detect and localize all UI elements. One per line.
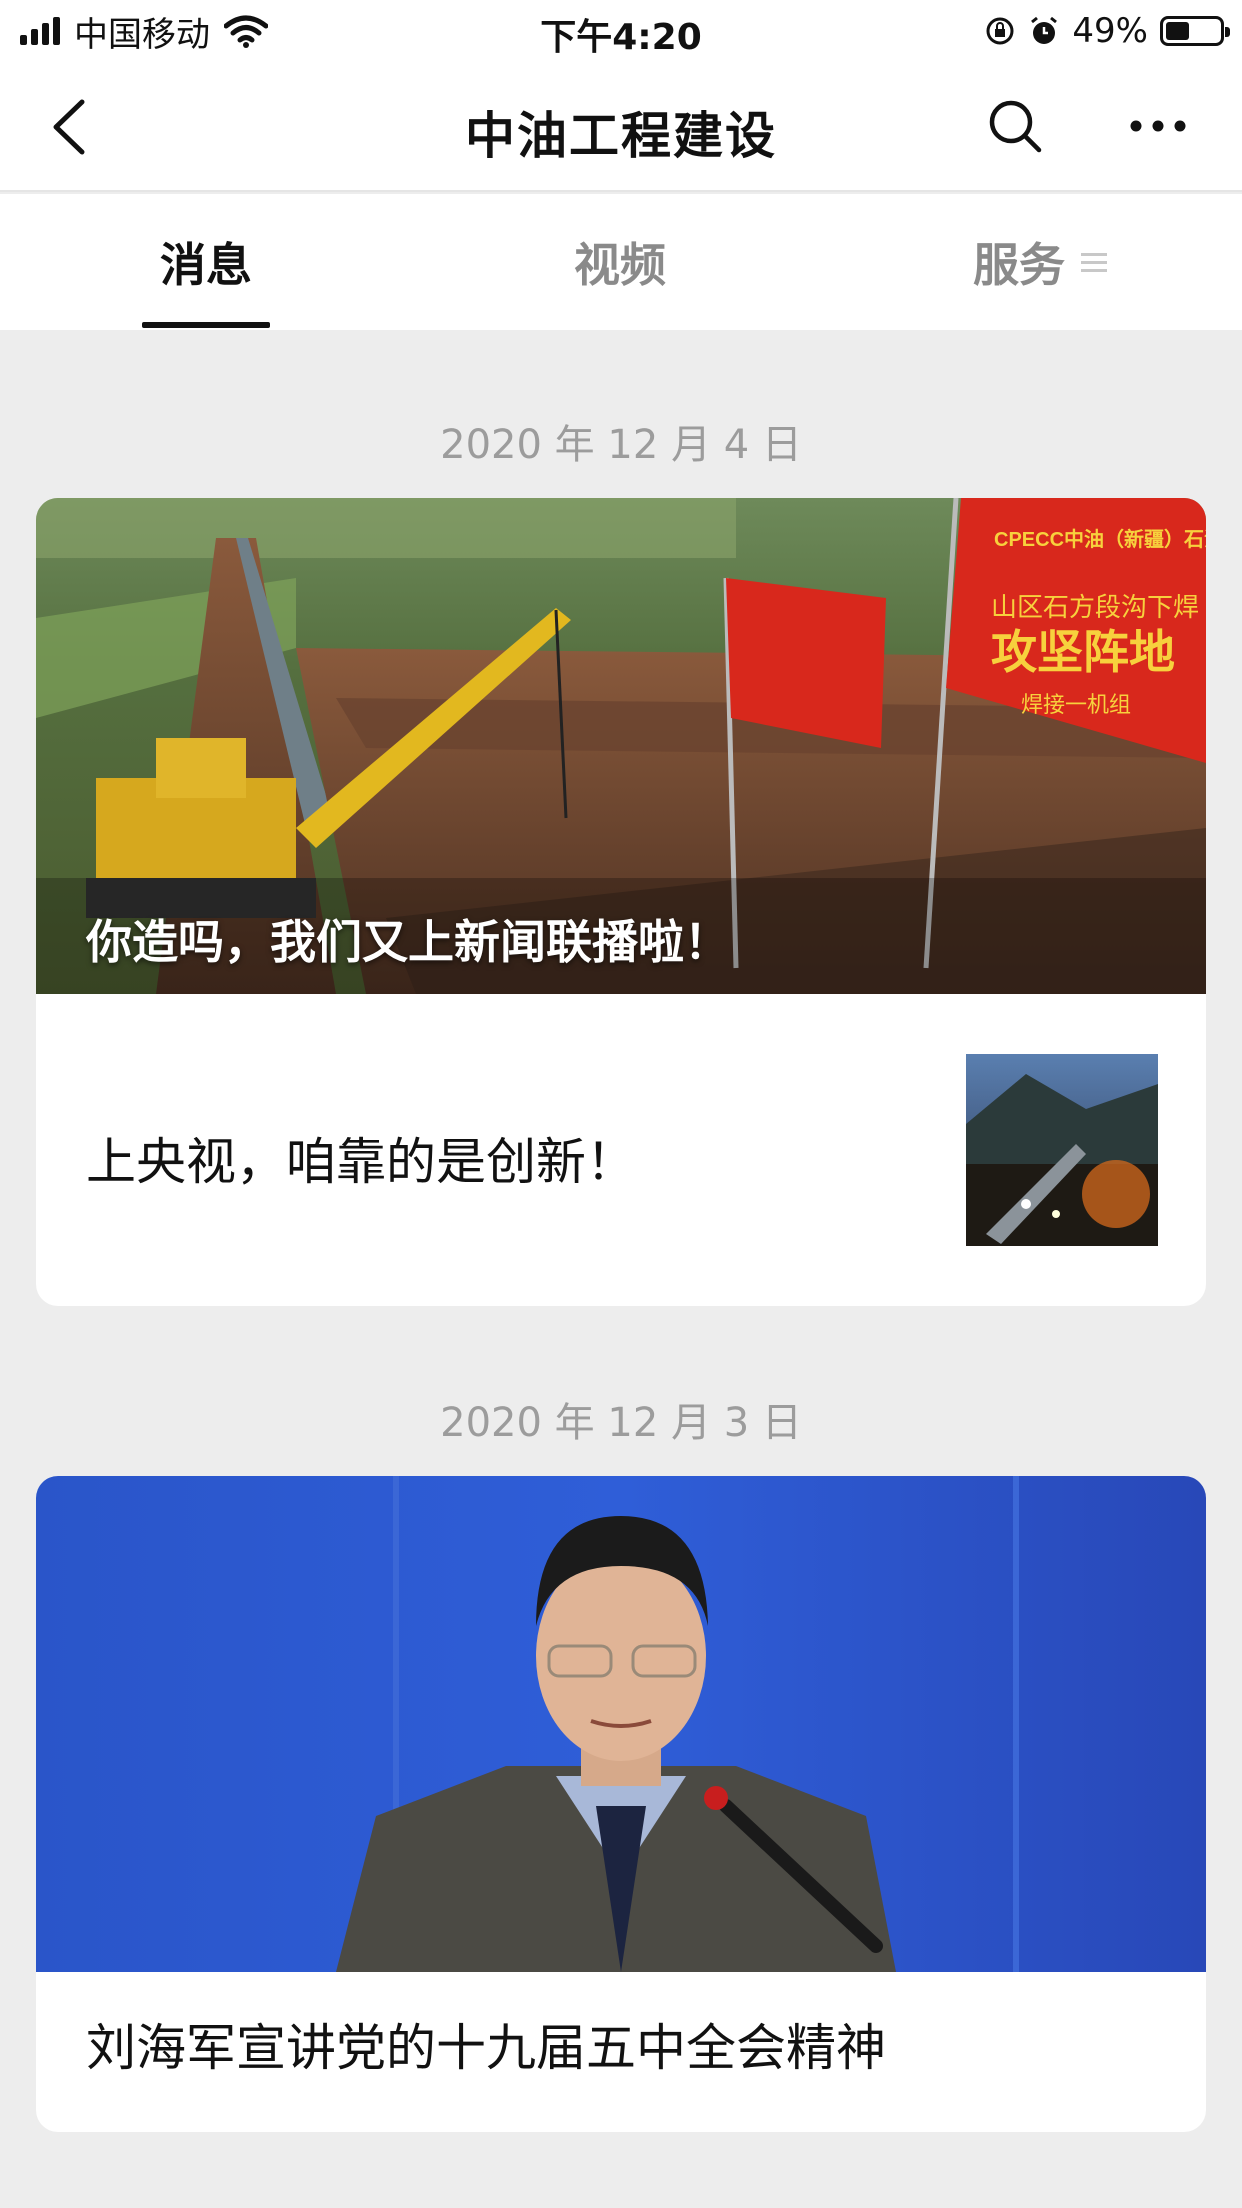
- cover-caption: 你造吗，我们又上新闻联播啦！: [86, 915, 730, 969]
- article-title: 刘海军宣讲党的十九届五中全会精神: [86, 2019, 886, 2077]
- sub-article-title: 上央视，咱靠的是创新！: [86, 1133, 636, 1191]
- article-cover[interactable]: CPECC中油（新疆）石油工程 山区石方段沟下焊 攻坚阵地 焊接一机组 你造吗，…: [36, 498, 1206, 994]
- battery-icon: [1160, 16, 1230, 46]
- status-right: 49%: [984, 10, 1230, 52]
- banner-line2: 山区石方段沟下焊: [991, 592, 1199, 622]
- tab-services[interactable]: 服务: [920, 194, 1160, 330]
- cover-image: [36, 1476, 1206, 1972]
- page-title: 中油工程建设: [465, 107, 777, 165]
- sub-article[interactable]: 上央视，咱靠的是创新！: [36, 994, 1206, 1306]
- navigation-bar: 中油工程建设: [0, 62, 1242, 192]
- rotation-lock-icon: [986, 17, 1014, 45]
- status-bar: 中国移动 下午4:20 49%: [0, 0, 1242, 62]
- battery-percent: 49%: [1072, 11, 1148, 51]
- banner-line4: 焊接一机组: [1021, 692, 1131, 717]
- date-header: 2020 年 12 月 3 日: [440, 1400, 802, 1446]
- menu-icon: [1081, 248, 1107, 277]
- tab-label: 服务: [973, 238, 1065, 292]
- date-header: 2020 年 12 月 4 日: [440, 422, 802, 468]
- tab-label: 视频: [574, 238, 666, 292]
- article-card: CPECC中油（新疆）石油工程 山区石方段沟下焊 攻坚阵地 焊接一机组 你造吗，…: [36, 498, 1206, 1306]
- banner-line3: 攻坚阵地: [991, 626, 1175, 678]
- tab-label: 消息: [160, 238, 252, 292]
- tab-bar: 消息 视频 服务: [0, 194, 1242, 330]
- sub-article-thumbnail: [966, 1054, 1158, 1246]
- article-card[interactable]: 刘海军宣讲党的十九届五中全会精神: [36, 1476, 1206, 2132]
- tab-messages[interactable]: 消息: [106, 194, 306, 330]
- alarm-icon: [1031, 16, 1058, 44]
- more-dots-icon[interactable]: [1128, 106, 1188, 146]
- tab-videos[interactable]: 视频: [520, 194, 720, 330]
- search-icon[interactable]: [985, 96, 1045, 156]
- article-cover: [36, 1476, 1206, 1972]
- active-tab-indicator: [142, 322, 270, 328]
- banner-line1: CPECC中油（新疆）石油工程: [994, 527, 1206, 551]
